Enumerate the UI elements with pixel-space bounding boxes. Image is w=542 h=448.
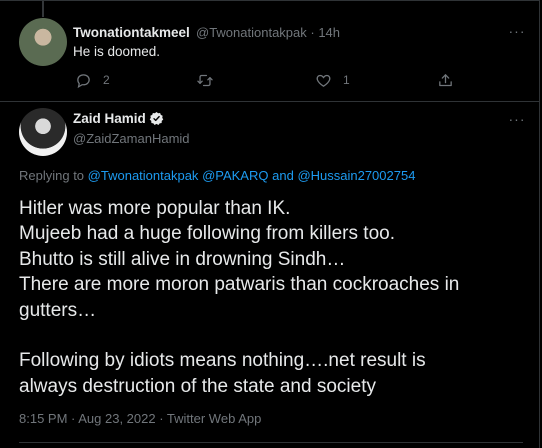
tweet-text: Hitler was more popular than IK. Mujeeb … [19,196,529,399]
tweet-text-line: always destruction of the state and soci… [19,375,376,397]
tweet-thread: Twonationtakmeel @Twonationtakpak · 14h … [0,0,540,448]
display-name[interactable]: Zaid Hamid [73,111,146,126]
tweet-text-line: Following by idiots means nothing….net r… [19,350,426,372]
share-icon [439,73,452,86]
display-name[interactable]: Twonationtakmeel [73,25,190,40]
avatar[interactable] [19,18,67,66]
replying-prefix: Replying to [19,168,85,183]
tweet-text-line: There are more moron patwaris than cockr… [19,274,460,296]
thread-connector [42,1,44,17]
more-icon[interactable]: ··· [508,24,526,38]
mention-link[interactable]: @Twonationtakpak [88,168,199,183]
heart-icon [316,74,331,87]
tweet-text-line: gutters… [19,299,97,321]
tweet-text-line: Mujeeb had a huge following from killers… [19,223,395,245]
like-button[interactable]: 1 [315,71,350,89]
reply-tweet[interactable]: Twonationtakmeel @Twonationtakpak · 14h … [0,1,540,102]
replying-to: Replying to @Twonationtakpak @PAKARQ and… [19,168,415,183]
reply-icon [77,73,90,88]
retweet-button[interactable] [196,71,214,89]
avatar[interactable] [19,108,67,156]
mention-link[interactable]: @Hussain27002754 [297,168,415,183]
divider [19,442,523,443]
handle-and-time[interactable]: @Twonationtakpak · 14h [196,25,340,40]
like-count: 1 [343,73,350,87]
tweet-timestamp[interactable]: 8:15 PM · Aug 23, 2022 · Twitter Web App [19,411,261,426]
handle[interactable]: @ZaidZamanHamid [73,131,190,146]
share-button[interactable] [437,71,454,89]
more-icon[interactable]: ··· [508,112,526,126]
reply-button[interactable]: 2 [75,71,110,89]
reply-count: 2 [103,73,110,87]
mention-link[interactable]: and [272,168,294,183]
tweet-text: He is doomed. [73,44,161,59]
tweet-text-line: Hitler was more popular than IK. [19,198,291,219]
verified-badge-icon [149,111,164,125]
retweet-icon [197,74,213,86]
tweet-text-line: Bhutto is still alive in drowning Sindh… [19,248,346,270]
mention-link[interactable]: @PAKARQ [202,168,268,183]
